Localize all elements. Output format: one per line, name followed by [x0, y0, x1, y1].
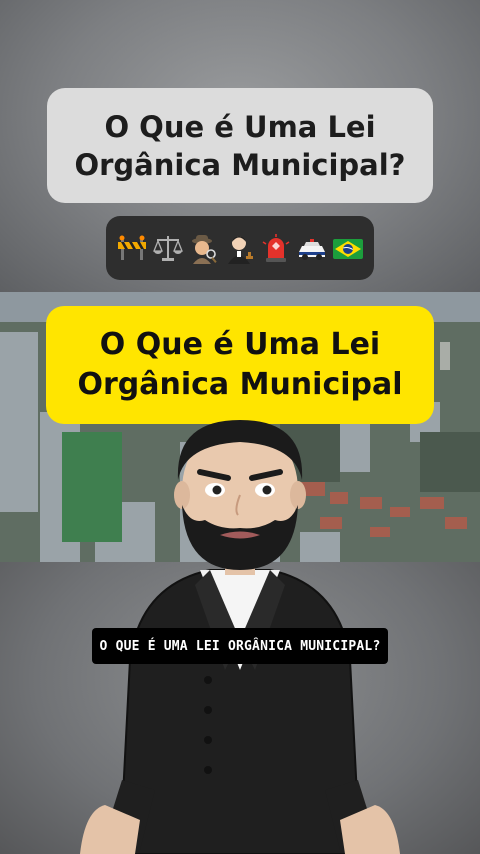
question-title: O Que é Uma Lei Orgânica Municipal? — [74, 109, 406, 182]
question-title-card: O Que é Uma Lei Orgânica Municipal? — [47, 88, 433, 203]
highlight-title: O Que é Uma Lei Orgânica Municipal — [77, 327, 403, 402]
brazil-flag-icon — [333, 239, 363, 259]
emoji-bar — [106, 216, 374, 280]
detective-icon — [192, 235, 217, 264]
construction-barrier-icon — [118, 235, 146, 260]
subtitle-caption: O QUE É UMA LEI ORGÂNICA MUNICIPAL? — [92, 628, 388, 664]
subtitle-caption-text: O QUE É UMA LEI ORGÂNICA MUNICIPAL? — [99, 638, 381, 654]
police-car-icon — [299, 239, 325, 260]
highlight-title-card: O Que é Uma Lei Orgânica Municipal — [46, 306, 434, 424]
judge-icon — [228, 236, 253, 264]
police-siren-icon — [262, 234, 290, 262]
balance-scale-icon — [153, 236, 183, 261]
